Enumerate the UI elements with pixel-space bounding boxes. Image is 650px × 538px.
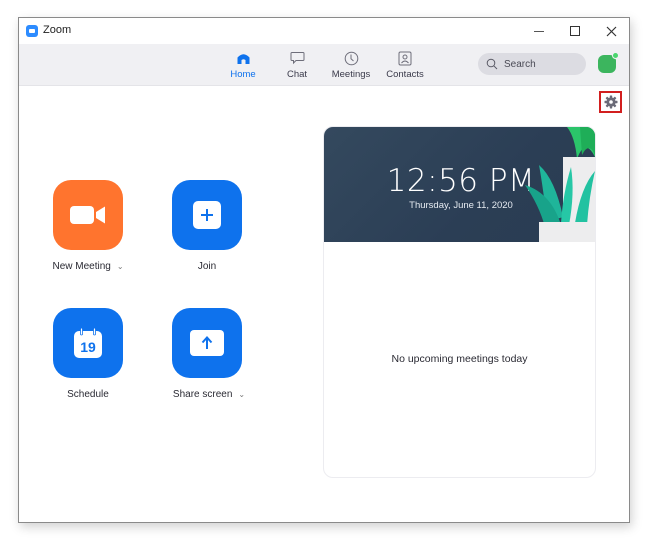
schedule-label: Schedule — [67, 389, 109, 400]
minimize-icon — [534, 30, 544, 32]
join-button[interactable] — [172, 180, 242, 250]
search-field[interactable] — [478, 53, 586, 75]
plant-illustration — [525, 127, 595, 242]
search-icon — [486, 58, 498, 70]
tab-contacts-label: Contacts — [386, 69, 424, 80]
share-screen-dropdown-caret-icon[interactable]: ⌄ — [238, 390, 245, 399]
top-navigation-bar: Home Chat Meetings Contacts Search — [19, 44, 629, 86]
zoom-app-icon — [26, 25, 38, 37]
new-meeting-action: New Meeting ⌄ — [52, 180, 124, 272]
gear-icon — [604, 95, 617, 109]
video-camera-icon — [70, 206, 105, 224]
join-label: Join — [197, 261, 217, 272]
share-screen-button[interactable] — [172, 308, 242, 378]
new-meeting-button[interactable] — [53, 180, 123, 250]
new-meeting-label: New Meeting — [52, 261, 111, 272]
search-input[interactable] — [504, 58, 574, 70]
schedule-button[interactable]: 19 — [53, 308, 123, 378]
clock-header: 12:56 PM Thursday, June 11, 2020 — [324, 127, 595, 242]
schedule-action: 19 Schedule — [53, 308, 123, 400]
no-meetings-message: No upcoming meetings today — [391, 353, 528, 365]
title-bar: Zoom — [19, 18, 629, 44]
calendar-day-number: 19 — [80, 339, 96, 355]
tab-chat[interactable]: Chat — [267, 50, 327, 84]
presence-status-indicator — [612, 52, 619, 59]
tab-home-label: Home — [230, 69, 256, 80]
maximize-icon — [570, 26, 580, 36]
share-up-arrow-icon — [190, 330, 224, 356]
plus-icon — [193, 201, 221, 229]
home-icon — [235, 50, 251, 66]
chat-bubble-icon — [289, 50, 305, 66]
contact-card-icon — [397, 50, 413, 66]
window-title: Zoom — [43, 24, 72, 36]
share-screen-action: Share screen ⌄ — [172, 308, 245, 400]
new-meeting-dropdown-caret-icon[interactable]: ⌄ — [117, 262, 124, 271]
current-date: Thursday, June 11, 2020 — [409, 200, 513, 211]
close-button[interactable] — [593, 18, 629, 44]
tab-meetings[interactable]: Meetings — [321, 50, 381, 84]
tab-meetings-label: Meetings — [331, 69, 371, 80]
share-screen-label: Share screen — [172, 389, 233, 400]
settings-button[interactable] — [599, 91, 622, 113]
calendar-icon: 19 — [74, 328, 102, 358]
upcoming-meetings-panel: 12:56 PM Thursday, June 11, 2020 No upco… — [323, 126, 596, 478]
maximize-button[interactable] — [557, 18, 593, 44]
zoom-window: Zoom Home Chat Meetings Contacts Search … — [18, 17, 630, 523]
join-action: Join — [172, 180, 242, 272]
current-time: 12:56 PM — [386, 163, 536, 199]
tab-home[interactable]: Home — [213, 50, 273, 84]
clock-icon — [343, 50, 359, 66]
tab-contacts[interactable]: Contacts — [375, 50, 435, 84]
minimize-button[interactable] — [521, 18, 557, 44]
tab-chat-label: Chat — [286, 69, 308, 80]
close-icon — [606, 26, 616, 36]
